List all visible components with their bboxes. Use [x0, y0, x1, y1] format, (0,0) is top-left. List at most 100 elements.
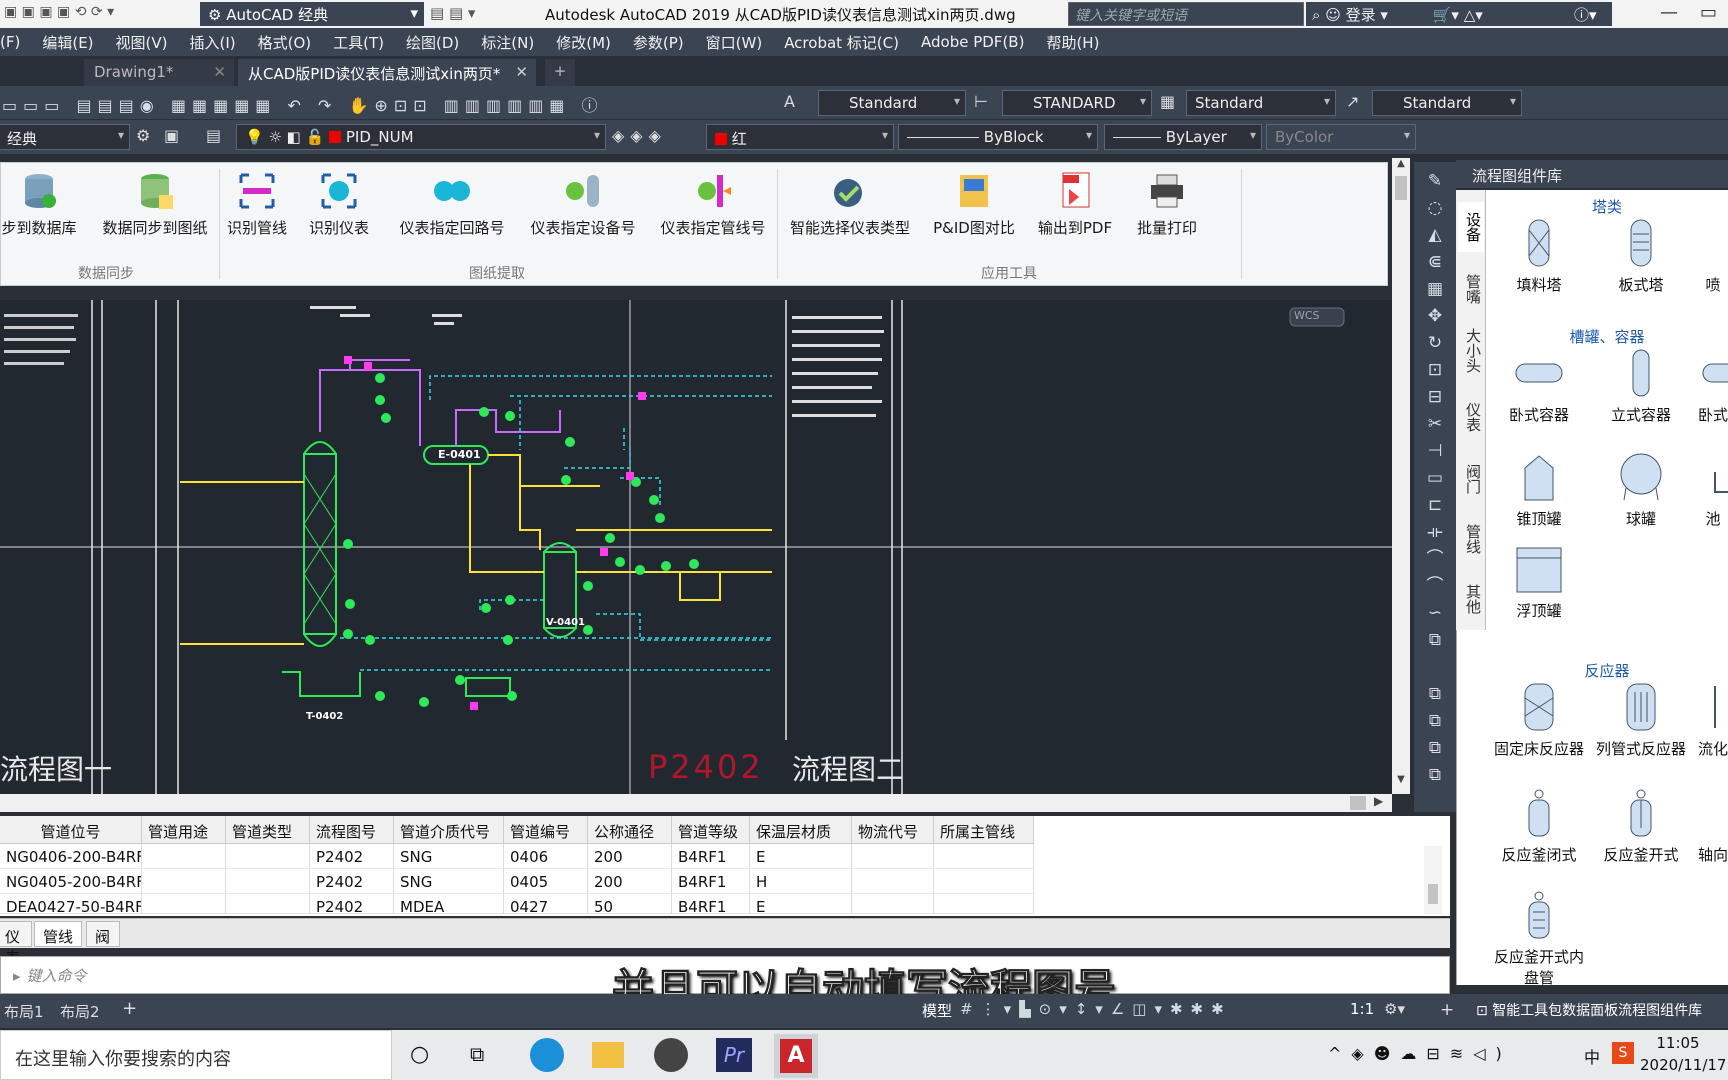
- sogou-icon[interactable]: S: [1612, 1042, 1634, 1064]
- assign-loop-number-button[interactable]: 仪表指定回路号: [395, 171, 509, 251]
- assign-pipeline-number-button[interactable]: 仪表指定管线号: [657, 171, 769, 251]
- scroll-up-icon[interactable]: ▲: [1392, 158, 1410, 169]
- table-cell[interactable]: 50: [588, 894, 672, 914]
- tab-reducer[interactable]: 大小头: [1458, 320, 1484, 380]
- color-dropdown[interactable]: 红 ▾: [706, 124, 894, 150]
- tab-instrument-table[interactable]: 仪表: [0, 921, 32, 967]
- tubular-reactor-item[interactable]: 列管式反应器: [1591, 682, 1691, 759]
- menu-draw[interactable]: 绘图(D): [395, 32, 470, 53]
- tab-current-drawing[interactable]: 从CAD版PID读仪表信息测试xin两页* ✕: [238, 59, 536, 86]
- sync-to-drawing-button[interactable]: 数据同步到图纸: [95, 171, 215, 251]
- vertical-scrollbar[interactable]: ▲ ▼: [1392, 158, 1410, 794]
- obs-icon[interactable]: [654, 1038, 688, 1072]
- spray-tower-item[interactable]: 喷: [1693, 218, 1728, 295]
- share-icons[interactable]: ▤ ▤ ▾: [430, 4, 500, 24]
- table-style-dropdown[interactable]: Standard ▾: [1186, 90, 1336, 116]
- login-label[interactable]: 登录: [1346, 6, 1376, 24]
- table-cell[interactable]: P2402: [310, 894, 394, 914]
- tab-nozzle[interactable]: 管嘴: [1458, 262, 1484, 316]
- menu-parametric[interactable]: 参数(P): [622, 32, 695, 53]
- col-header[interactable]: 公称通径: [588, 816, 672, 844]
- scroll-right-icon[interactable]: ▶: [1374, 794, 1383, 808]
- task-view-icon[interactable]: ⧉: [470, 1042, 484, 1066]
- ime-indicator[interactable]: 中: [1584, 1044, 1600, 1068]
- standard-tool-icons[interactable]: ▭▭▭ ▤▤▤◉ ▦▦▦▦▦ ↶ ↷ ✋⊕⊡⊡ ▥▥▥▥▥▦ ⓘ: [2, 92, 772, 114]
- closed-kettle-reactor-item[interactable]: 反应釜闭式: [1489, 788, 1589, 865]
- menu-window[interactable]: 窗口(W): [695, 32, 774, 53]
- fluidized-reactor-item[interactable]: 流化: [1693, 682, 1728, 759]
- open-kettle-reactor-item[interactable]: 反应釜开式: [1591, 788, 1691, 865]
- plate-tower-item[interactable]: 板式塔: [1591, 218, 1691, 295]
- tab-pipeline[interactable]: 管线: [1458, 512, 1484, 566]
- file-explorer-icon[interactable]: [592, 1042, 624, 1068]
- sync-to-database-button[interactable]: 步到数据库: [1, 171, 77, 251]
- table-cell[interactable]: [226, 894, 310, 914]
- table-cell[interactable]: DEA0427-50-B4RF1-E: [0, 894, 142, 914]
- tab-drawing1[interactable]: Drawing1* ✕: [84, 59, 234, 86]
- table-cell[interactable]: [142, 844, 226, 869]
- menu-acrobat[interactable]: Acrobat 标记(C): [773, 32, 910, 53]
- table-cell[interactable]: NG0406-200-B4RF1-E: [0, 844, 142, 869]
- menu-dimension[interactable]: 标注(N): [470, 32, 545, 53]
- col-header[interactable]: 流程图号: [310, 816, 394, 844]
- table-cell[interactable]: E: [750, 894, 852, 914]
- annotation-scale[interactable]: 1:1: [1350, 1000, 1374, 1018]
- table-scrollbar[interactable]: [1424, 846, 1442, 914]
- table-cell[interactable]: [142, 894, 226, 914]
- table-cell[interactable]: [934, 844, 1034, 869]
- workspace-dropdown[interactable]: ⚙ AutoCAD 经典 ▾: [200, 2, 424, 26]
- layout-tab-2[interactable]: 布局2: [56, 998, 116, 1024]
- table-scroll-thumb[interactable]: [1428, 884, 1438, 904]
- table-cell[interactable]: H: [750, 869, 852, 894]
- workspace-combo[interactable]: 经典 ▾: [0, 124, 130, 150]
- text-style-dropdown[interactable]: Standard ▾: [818, 90, 966, 116]
- horizontal-vessel-2-item[interactable]: 卧式: [1693, 348, 1728, 425]
- hscroll-thumb[interactable]: [1350, 796, 1366, 810]
- table-cell[interactable]: P2402: [310, 869, 394, 894]
- col-header[interactable]: 所属主管线: [934, 816, 1034, 844]
- table-cell[interactable]: 200: [588, 869, 672, 894]
- table-cell[interactable]: [226, 844, 310, 869]
- table-cell[interactable]: MDEA: [394, 894, 504, 914]
- tab-valve[interactable]: 阀门: [1458, 452, 1484, 506]
- table-cell[interactable]: 0405: [504, 869, 588, 894]
- search-input[interactable]: 键入关键字或短语: [1068, 2, 1304, 26]
- toolkit-panel-label[interactable]: ⊡ 智能工具包数据面板流程图组件库: [1476, 1000, 1726, 1020]
- help-icon[interactable]: ⓘ▾: [1568, 2, 1612, 26]
- table-cell[interactable]: B4RF1: [672, 894, 750, 914]
- dim-style-dropdown[interactable]: STANDARD ▾: [1002, 90, 1152, 116]
- col-header[interactable]: 物流代号: [852, 816, 934, 844]
- col-header[interactable]: 管道介质代号: [394, 816, 504, 844]
- table-cell[interactable]: SNG: [394, 869, 504, 894]
- menu-adobe-pdf[interactable]: Adobe PDF(B): [910, 33, 1035, 51]
- table-cell[interactable]: B4RF1: [672, 869, 750, 894]
- mleader-style-dropdown[interactable]: Standard ▾: [1372, 90, 1522, 116]
- table-cell[interactable]: 0406: [504, 844, 588, 869]
- table-cell[interactable]: [934, 869, 1034, 894]
- lock-icon[interactable]: ▣: [164, 126, 179, 145]
- tab-instrument[interactable]: 仪表: [1458, 390, 1484, 444]
- new-tab-icon[interactable]: +: [545, 59, 575, 86]
- axial-reactor-item[interactable]: 轴向: [1693, 788, 1728, 865]
- restore-icon[interactable]: ▭: [1700, 2, 1717, 23]
- autocad-taskbar-button[interactable]: A: [774, 1034, 818, 1078]
- clock[interactable]: 11:05 2020/11/17: [1640, 1034, 1726, 1074]
- table-cell[interactable]: [852, 894, 934, 914]
- scroll-thumb[interactable]: [1395, 176, 1407, 200]
- tab-equipment[interactable]: 设备: [1458, 202, 1484, 252]
- table-cell[interactable]: 0427: [504, 894, 588, 914]
- pid-compare-button[interactable]: P&ID图对比: [931, 171, 1017, 251]
- menu-modify[interactable]: 修改(M): [545, 32, 622, 53]
- cone-roof-tank-item[interactable]: 锥顶罐: [1489, 452, 1589, 529]
- menu-view[interactable]: 视图(V): [105, 32, 179, 53]
- layer-manager-icon[interactable]: ▤: [206, 126, 221, 145]
- col-header[interactable]: 保温层材质: [750, 816, 852, 844]
- table-cell[interactable]: NG0405-200-B4RF1-H: [0, 869, 142, 894]
- taskbar-search[interactable]: 在这里输入你要搜索的内容: [0, 1030, 392, 1080]
- tray-icons[interactable]: ^◈☻☁⊟≋◁): [1328, 1044, 1578, 1063]
- add-layout-icon[interactable]: +: [122, 998, 146, 1019]
- floating-roof-tank-item[interactable]: 浮顶罐: [1489, 544, 1589, 621]
- cart-icon[interactable]: 🛒▾: [1433, 6, 1459, 24]
- fixed-bed-reactor-item[interactable]: 固定床反应器: [1489, 682, 1589, 759]
- vertical-vessel-item[interactable]: 立式容器: [1591, 348, 1691, 425]
